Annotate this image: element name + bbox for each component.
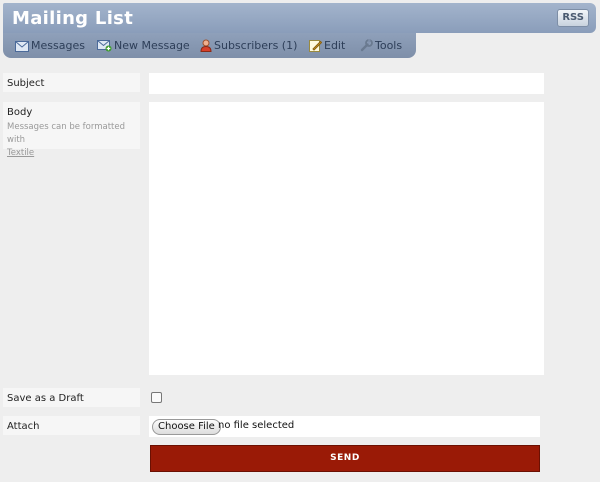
file-status: no file selected xyxy=(218,420,295,431)
draft-label: Save as a Draft xyxy=(7,393,84,404)
nav-subscribers[interactable]: Subscribers (1) xyxy=(200,38,297,54)
body-hint-text: Messages can be formatted with xyxy=(7,122,125,145)
app-header: Mailing List RSS xyxy=(3,3,596,33)
subject-input[interactable] xyxy=(149,73,544,94)
draft-checkbox[interactable] xyxy=(151,392,162,403)
body-hint: Messages can be formatted with Textile xyxy=(7,121,139,160)
nav-tools[interactable]: Tools xyxy=(360,38,402,54)
body-textarea[interactable] xyxy=(149,102,544,375)
rss-button[interactable]: RSS xyxy=(557,9,589,27)
body-label: Body xyxy=(7,107,33,118)
nav-subscribers-label: Subscribers (1) xyxy=(214,39,298,52)
subject-label: Subject xyxy=(7,78,45,89)
new-message-icon xyxy=(97,40,112,57)
attach-label: Attach xyxy=(7,421,40,432)
nav-messages[interactable]: Messages xyxy=(15,38,85,54)
person-icon xyxy=(200,39,212,57)
envelope-icon xyxy=(15,41,29,57)
nav-tools-label: Tools xyxy=(375,39,403,52)
send-button[interactable]: SEND xyxy=(150,445,540,472)
page-title: Mailing List xyxy=(12,8,134,29)
nav-new-message-label: New Message xyxy=(114,39,190,52)
draft-label-box: Save as a Draft xyxy=(3,388,140,407)
nav-edit-label: Edit xyxy=(324,39,346,52)
choose-file-button[interactable]: Choose File xyxy=(152,419,221,435)
subject-label-box: Subject xyxy=(3,73,140,92)
edit-icon xyxy=(309,39,323,57)
nav-new-message[interactable]: New Message xyxy=(97,38,190,54)
attach-label-box: Attach xyxy=(3,416,140,435)
file-input: Choose File no file selected xyxy=(149,416,540,437)
nav-edit[interactable]: Edit xyxy=(309,38,345,54)
nav-messages-label: Messages xyxy=(31,39,85,52)
textile-link[interactable]: Textile xyxy=(7,148,34,158)
nav-bar: Messages New Message Subscribers (1) Edi… xyxy=(3,33,416,58)
wrench-icon xyxy=(360,39,373,57)
body-label-box: Body Messages can be formatted with Text… xyxy=(3,102,140,158)
